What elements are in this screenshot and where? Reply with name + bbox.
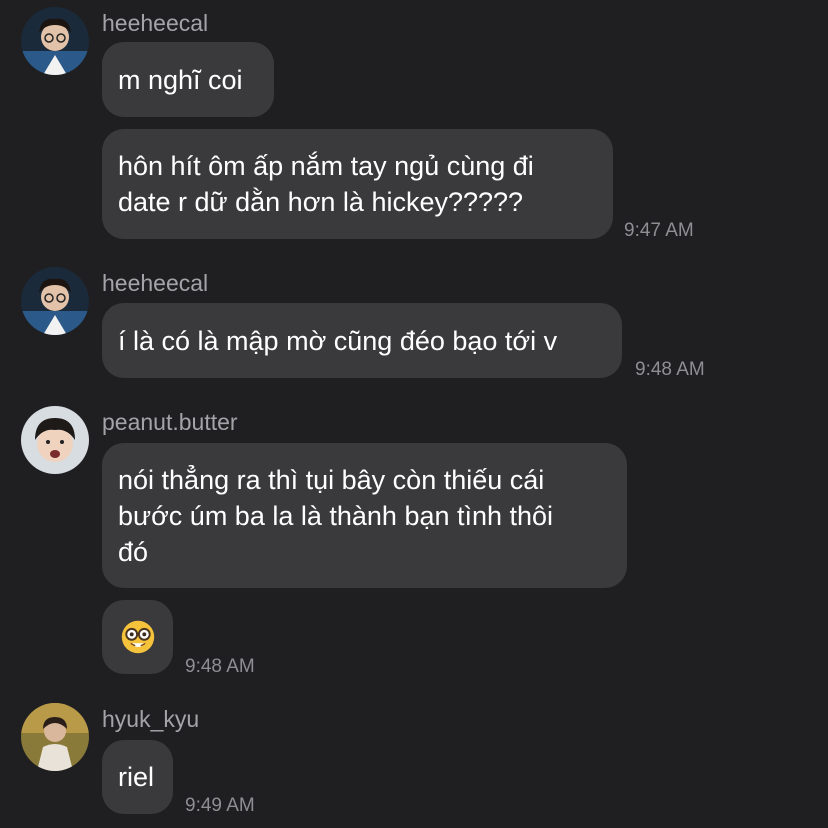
message-bubble[interactable]: í là có là mập mờ cũng đéo bạo tới v [102,303,622,378]
avatar-hyuk-kyu[interactable] [21,703,89,771]
avatar-peanut-butter-image [21,406,89,474]
emoji-bubble[interactable] [102,600,173,674]
message-timestamp: 9:48 AM [635,359,705,380]
message-text: riel [118,762,155,792]
message-bubble[interactable]: hôn hít ôm ấp nắm tay ngủ cùng đi date r… [102,129,613,239]
message-text: hôn hít ôm ấp nắm tay ngủ cùng đi date r… [118,151,534,217]
avatar-heeheecal[interactable] [21,267,89,335]
message-text: í là có là mập mờ cũng đéo bạo tới v [118,325,558,356]
avatar-heeheecal-image [21,267,89,335]
message-timestamp: 9:49 AM [185,795,255,816]
avatar-heeheecal[interactable] [21,7,89,75]
message-text: m nghĩ coi [118,64,243,95]
username-heeheecal[interactable]: heeheecal [102,269,208,297]
avatar-heeheecal-image [21,7,89,75]
message-timestamp: 9:47 AM [624,220,694,241]
username-heeheecal[interactable]: heeheecal [102,9,208,37]
message-bubble[interactable]: m nghĩ coi [102,42,274,117]
username-peanut-butter[interactable]: peanut.butter [102,408,238,436]
message-bubble[interactable]: riel [102,740,173,814]
message-text: nói thẳng ra thì tụi bây còn thiếu cái b… [118,464,554,567]
message-timestamp: 9:48 AM [185,656,255,677]
nerd-face-emoji-icon [121,620,154,654]
avatar-peanut-butter[interactable] [21,406,89,474]
avatar-hyuk-kyu-image [21,703,89,771]
message-bubble[interactable]: nói thẳng ra thì tụi bây còn thiếu cái b… [102,443,627,588]
username-hyuk-kyu[interactable]: hyuk_kyu [102,705,199,733]
